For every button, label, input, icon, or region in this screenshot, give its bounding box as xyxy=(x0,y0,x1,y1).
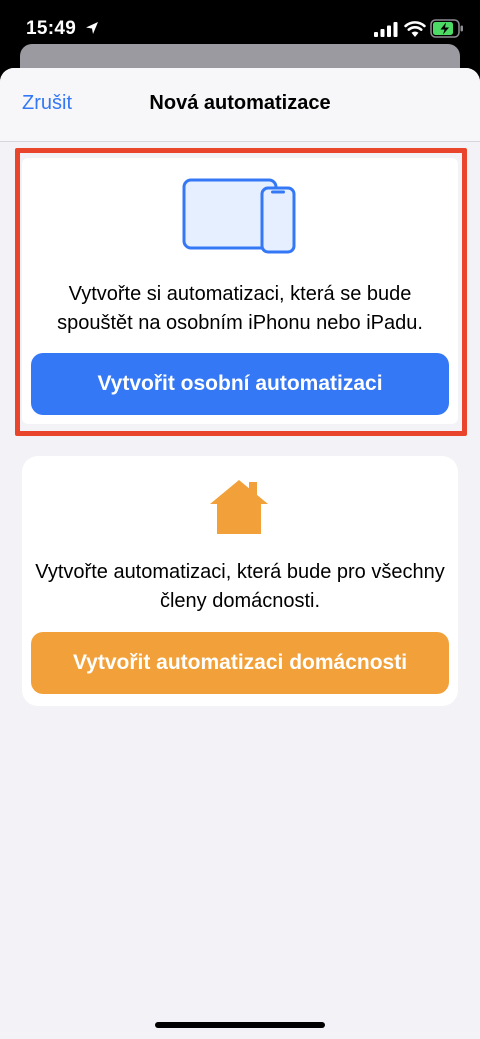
location-arrow-icon xyxy=(86,22,98,34)
home-automation-description: Vytvořte automatizaci, která bude pro vš… xyxy=(35,561,445,612)
navigation-bar: Zrušit Nová automatizace xyxy=(0,68,480,142)
cellular-signal-icon xyxy=(374,22,398,37)
battery-charging-icon xyxy=(430,19,463,38)
page-title: Nová automatizace xyxy=(149,92,331,114)
home-indicator[interactable] xyxy=(155,1022,325,1028)
new-automation-sheet: Zrušit Nová automatizace Vytvořte si aut… xyxy=(0,68,480,1039)
create-home-automation-button[interactable]: Vytvořit automatizaci domácnosti xyxy=(31,632,449,694)
highlight-frame xyxy=(15,148,467,436)
status-time: 15:49 xyxy=(26,18,77,39)
home-automation-card: Vytvořte automatizaci, která bude pro vš… xyxy=(22,456,458,706)
wifi-icon xyxy=(404,21,426,37)
house-icon xyxy=(210,480,268,534)
